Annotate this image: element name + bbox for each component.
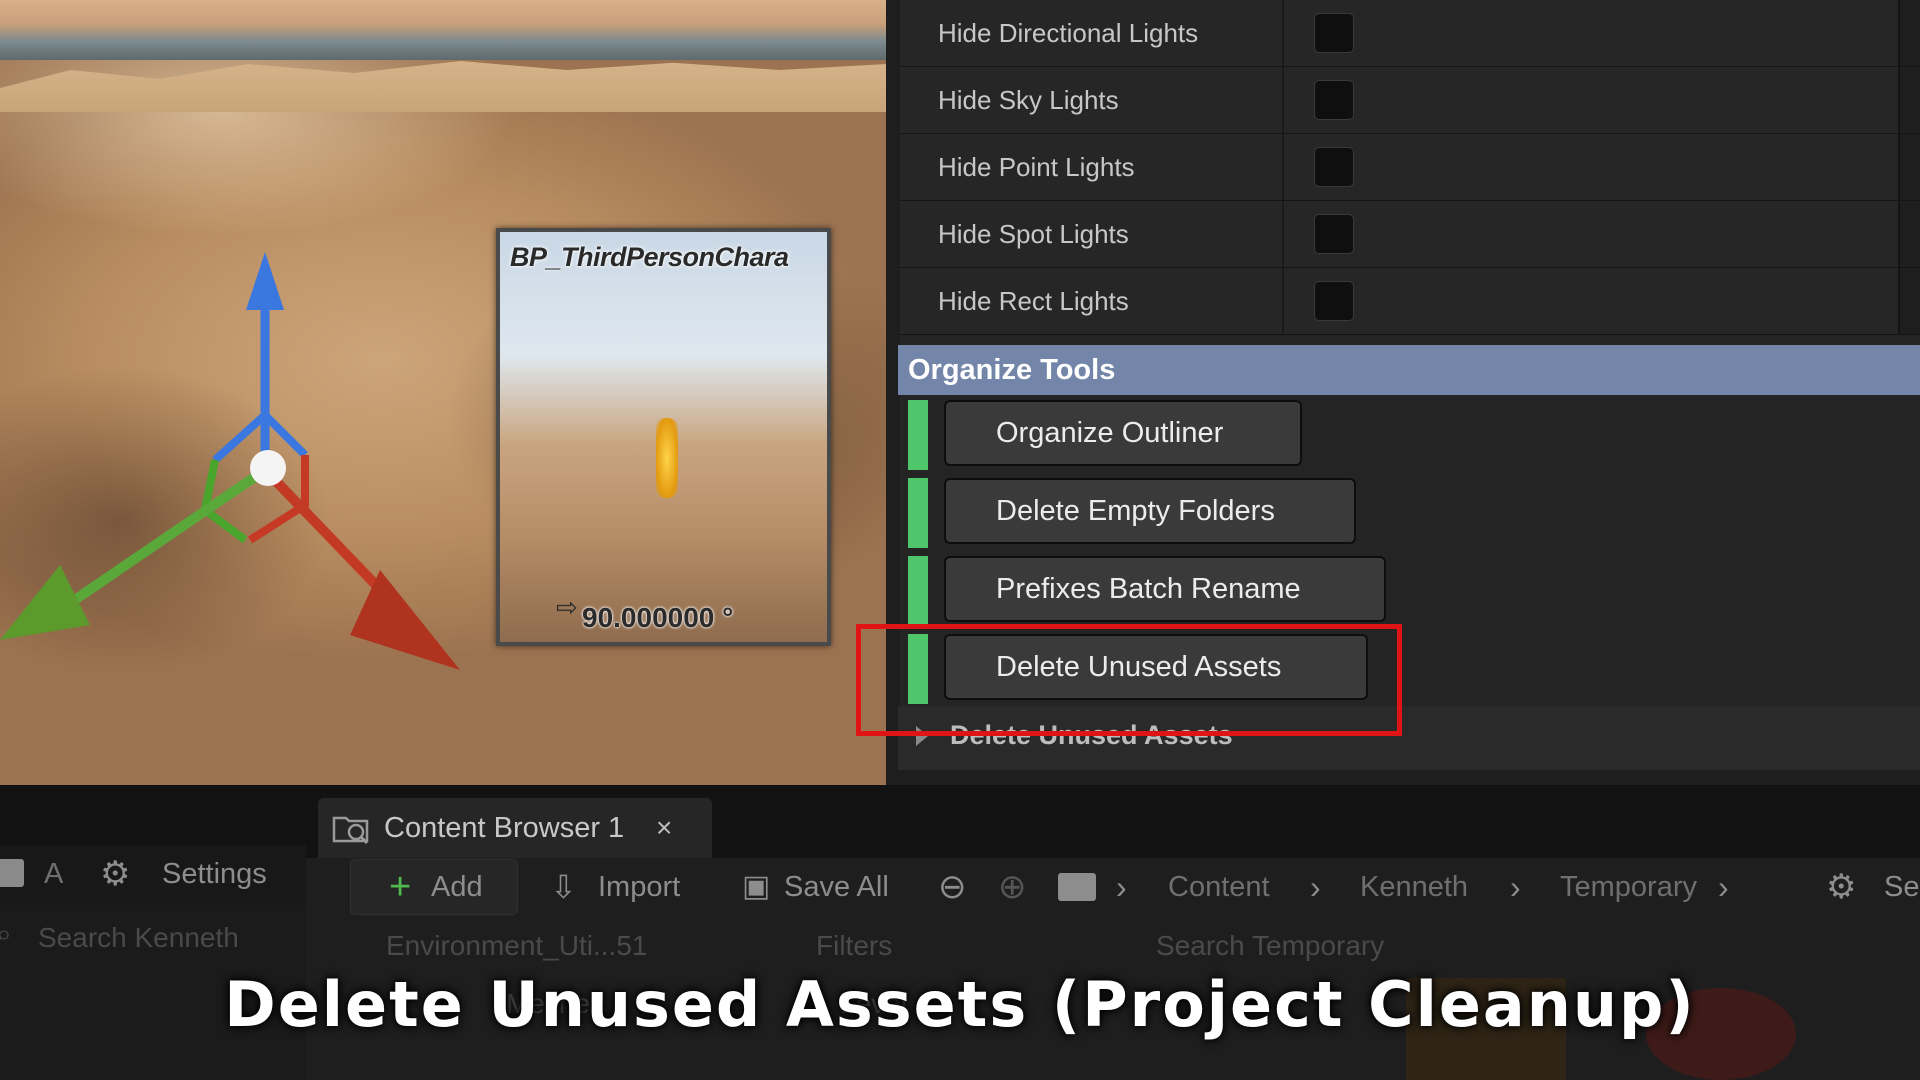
tool-row: Organize Outliner <box>898 400 1920 470</box>
hide-spot-lights-checkbox[interactable] <box>1314 214 1354 254</box>
tab-content-browser[interactable]: Content Browser 1 × <box>318 798 712 858</box>
y-axis-arrow[interactable] <box>0 565 90 640</box>
save-all-button[interactable]: Save All <box>784 858 889 916</box>
video-caption: Delete Unused Assets (Project Cleanup) <box>224 968 1696 1041</box>
row-edge <box>1898 67 1920 133</box>
search-temporary-input[interactable]: Search Temporary <box>1156 930 1384 962</box>
settings-truncated-button[interactable]: Se <box>1884 858 1919 916</box>
add-button[interactable]: + Add <box>350 859 518 915</box>
search-icon: ⌕ <box>0 918 12 949</box>
sources-toolbar: A ⚙ Settings <box>0 845 306 905</box>
chevron-right-icon[interactable]: › <box>1510 858 1521 916</box>
column-divider[interactable] <box>1282 268 1284 334</box>
plus-icon: + <box>389 866 412 908</box>
tool-accent-bar <box>908 556 928 626</box>
row-edge <box>1898 0 1920 66</box>
organize-tools-header[interactable]: Organize Tools <box>898 345 1920 395</box>
column-divider[interactable] <box>1282 67 1284 133</box>
property-label: Hide Rect Lights <box>938 286 1129 316</box>
property-row: Hide Rect Lights <box>900 268 1920 335</box>
search-placeholder: Search Kenneth <box>38 922 239 953</box>
organize-outliner-button[interactable]: Organize Outliner <box>944 400 1302 466</box>
chevron-right-icon[interactable]: › <box>1718 858 1729 916</box>
column-divider[interactable] <box>1282 201 1284 267</box>
section-title: Organize Tools <box>908 354 1116 386</box>
hide-rect-lights-checkbox[interactable] <box>1314 281 1354 321</box>
row-edge <box>1898 268 1920 334</box>
camera-preview: BP_ThirdPersonChara ⇨ 90.000000 ° <box>496 228 831 646</box>
property-row: Hide Sky Lights <box>900 67 1920 134</box>
content-browser-icon <box>332 816 369 844</box>
camera-preview-title: BP_ThirdPersonChara <box>510 242 789 272</box>
forward-icon[interactable]: ⊕ <box>998 858 1027 916</box>
gizmo-center[interactable] <box>250 450 286 486</box>
camera-angle-readout: 90.000000 ° <box>582 602 734 633</box>
truncated-label[interactable]: A <box>44 845 63 903</box>
collection-tab[interactable]: Environment_Uti...51 <box>386 930 647 962</box>
hide-point-lights-checkbox[interactable] <box>1314 147 1354 187</box>
x-axis-arrow[interactable] <box>350 570 460 670</box>
tab-label: Content Browser 1 <box>384 812 625 844</box>
delete-empty-folders-button[interactable]: Delete Empty Folders <box>944 478 1356 544</box>
chevron-right-icon[interactable]: › <box>1310 858 1321 916</box>
tool-accent-bar <box>908 478 928 548</box>
sky <box>0 0 886 60</box>
property-label: Hide Directional Lights <box>938 18 1199 48</box>
back-icon[interactable]: ⊖ <box>938 858 967 916</box>
breadcrumb-content[interactable]: Content <box>1168 858 1270 916</box>
property-label: Hide Spot Lights <box>938 219 1129 249</box>
tool-row: Delete Empty Folders <box>898 478 1920 548</box>
character-figure <box>656 418 678 498</box>
gear-icon[interactable]: ⚙ <box>1826 858 1856 916</box>
add-label: Add <box>431 871 483 903</box>
property-row: Hide Spot Lights <box>900 201 1920 268</box>
property-row: Hide Directional Lights <box>900 0 1920 67</box>
search-kenneth-input[interactable]: ⌕ Search Kenneth <box>0 910 306 970</box>
folder-icon[interactable] <box>0 859 24 887</box>
hide-sky-lights-checkbox[interactable] <box>1314 80 1354 120</box>
gear-icon[interactable]: ⚙ <box>100 845 130 903</box>
import-icon: ⇩ <box>550 869 577 905</box>
tool-accent-bar <box>908 400 928 470</box>
property-label: Hide Point Lights <box>938 152 1135 182</box>
save-icon: ▣ <box>742 870 771 903</box>
folder-icon[interactable] <box>1058 873 1096 901</box>
close-icon[interactable]: × <box>656 798 672 858</box>
highlight-box <box>856 624 1402 736</box>
dunes-horizon <box>0 61 886 112</box>
filters-button[interactable]: Filters <box>816 930 892 962</box>
breadcrumb-temporary[interactable]: Temporary <box>1560 858 1697 916</box>
hide-directional-lights-checkbox[interactable] <box>1314 13 1354 53</box>
prefixes-batch-rename-button[interactable]: Prefixes Batch Rename <box>944 556 1386 622</box>
settings-button[interactable]: Settings <box>162 845 267 903</box>
row-edge <box>1898 134 1920 200</box>
camera-preview-image: BP_ThirdPersonChara ⇨ 90.000000 ° <box>500 232 827 642</box>
row-edge <box>1898 201 1920 267</box>
transform-gizmo[interactable] <box>0 240 480 700</box>
z-axis-arrow[interactable] <box>246 252 284 310</box>
breadcrumb-kenneth[interactable]: Kenneth <box>1360 858 1468 916</box>
column-divider[interactable] <box>1282 0 1284 66</box>
level-viewport[interactable]: BP_ThirdPersonChara ⇨ 90.000000 ° <box>0 0 886 785</box>
angle-icon: ⇨ <box>556 592 578 622</box>
chevron-right-icon[interactable]: › <box>1116 858 1127 916</box>
tool-row: Prefixes Batch Rename <box>898 556 1920 626</box>
property-row: Hide Point Lights <box>900 134 1920 201</box>
column-divider[interactable] <box>1282 134 1284 200</box>
import-button[interactable]: Import <box>598 858 680 916</box>
sources-panel: A ⚙ Settings ⌕ Search Kenneth <box>0 845 306 1080</box>
property-label: Hide Sky Lights <box>938 85 1119 115</box>
